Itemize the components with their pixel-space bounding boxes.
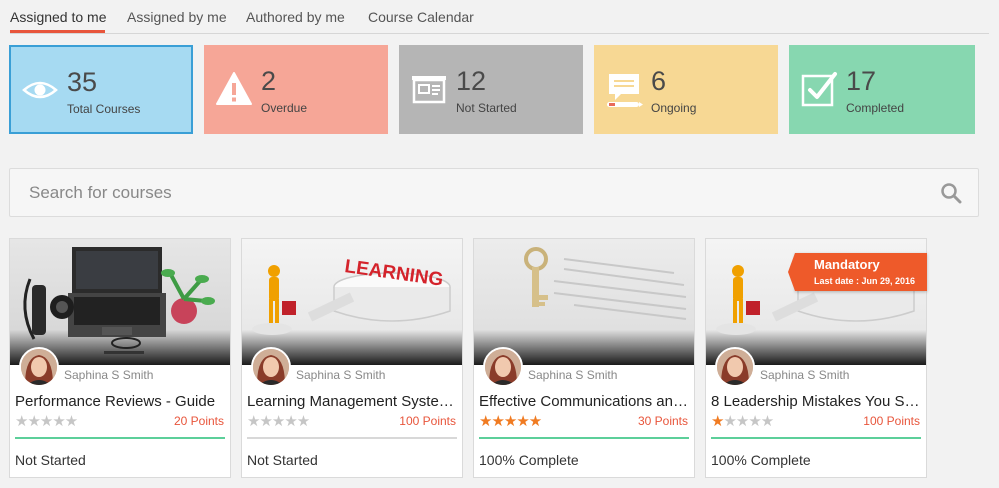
rating-stars: ★★★★★	[15, 413, 78, 430]
progress-bar	[15, 437, 225, 439]
stat-value: 12	[456, 66, 487, 96]
progress-bar	[711, 437, 921, 439]
course-points: 100 Points	[863, 414, 920, 428]
warning-icon	[216, 72, 252, 105]
tab-assigned-to-me[interactable]: Assigned to me	[10, 9, 107, 25]
course-author: Saphina S Smith	[64, 368, 154, 382]
course-status: 100% Complete	[479, 452, 579, 468]
stat-overdue[interactable]: 2 Overdue	[204, 45, 388, 134]
projector-icon	[412, 76, 446, 104]
course-author: Saphina S Smith	[528, 368, 618, 382]
search-icon[interactable]	[940, 182, 962, 204]
course-points: 100 Points	[399, 414, 456, 428]
stat-label: Not Started	[456, 101, 517, 115]
tab-course-calendar[interactable]: Course Calendar	[368, 9, 474, 25]
course-card[interactable]: LEARNING Saphina S Smith Learning Manage…	[241, 238, 463, 478]
author-avatar	[19, 347, 59, 387]
stat-label: Completed	[846, 101, 905, 115]
course-thumbnail	[10, 239, 230, 365]
course-card[interactable]: Saphina S Smith Effective Communications…	[473, 238, 695, 478]
stat-completed[interactable]: 17 Completed	[789, 45, 975, 134]
stat-value: 17	[846, 66, 877, 96]
stat-not-started[interactable]: 12 Not Started	[399, 45, 583, 134]
course-author: Saphina S Smith	[760, 368, 850, 382]
course-thumbnail: LEARNING	[242, 239, 462, 365]
rating-stars: ★★★★★	[247, 413, 310, 430]
stat-label: Overdue	[261, 101, 308, 115]
author-avatar	[483, 347, 523, 387]
mandatory-label: Mandatory	[814, 257, 880, 272]
course-status: Not Started	[247, 452, 318, 468]
course-tabs: Assigned to me Assigned by me Authored b…	[10, 0, 989, 34]
stat-ongoing[interactable]: 6 Ongoing	[594, 45, 778, 134]
progress-bar	[247, 437, 457, 439]
course-title[interactable]: Effective Communications an…	[479, 393, 689, 410]
ribbon-fold	[788, 253, 795, 291]
mandatory-badge: Mandatory Last date : Jun 29, 2016	[788, 253, 927, 291]
progress-fill	[479, 437, 689, 439]
chat-pencil-icon	[607, 74, 643, 107]
search-input[interactable]	[10, 169, 910, 216]
tab-assigned-by-me[interactable]: Assigned by me	[127, 9, 227, 25]
progress-fill	[711, 437, 921, 439]
active-tab-indicator	[10, 30, 105, 33]
course-author: Saphina S Smith	[296, 368, 386, 382]
course-status: 100% Complete	[711, 452, 811, 468]
course-status: Not Started	[15, 452, 86, 468]
course-title[interactable]: Performance Reviews - Guide	[15, 393, 225, 410]
last-date-label: Last date : Jun 29, 2016	[814, 276, 916, 286]
course-card[interactable]: Saphina S Smith Performance Reviews - Gu…	[9, 238, 231, 478]
course-title[interactable]: Learning Management Syste…	[247, 393, 457, 410]
stat-value: 2	[261, 66, 277, 96]
course-points: 20 Points	[173, 414, 224, 428]
progress-bar	[479, 437, 689, 439]
rating-stars: ★★★★★	[711, 413, 774, 430]
rating-stars: ★★★★★	[479, 413, 542, 430]
stat-value: 6	[651, 66, 667, 96]
stat-label: Ongoing	[651, 101, 697, 115]
course-title[interactable]: 8 Leadership Mistakes You S…	[711, 393, 921, 410]
course-search-bar	[9, 168, 979, 217]
stat-value: 35	[67, 67, 98, 97]
eye-icon	[22, 81, 58, 99]
tab-authored-by-me[interactable]: Authored by me	[246, 9, 345, 25]
course-thumbnail	[474, 239, 694, 365]
stat-label: Total Courses	[67, 102, 141, 116]
checkbox-icon	[801, 72, 837, 107]
course-points: 30 Points	[637, 414, 688, 428]
author-avatar	[715, 347, 755, 387]
author-avatar	[251, 347, 291, 387]
stat-total-courses[interactable]: 35 Total Courses	[9, 45, 193, 134]
progress-fill	[15, 437, 225, 439]
